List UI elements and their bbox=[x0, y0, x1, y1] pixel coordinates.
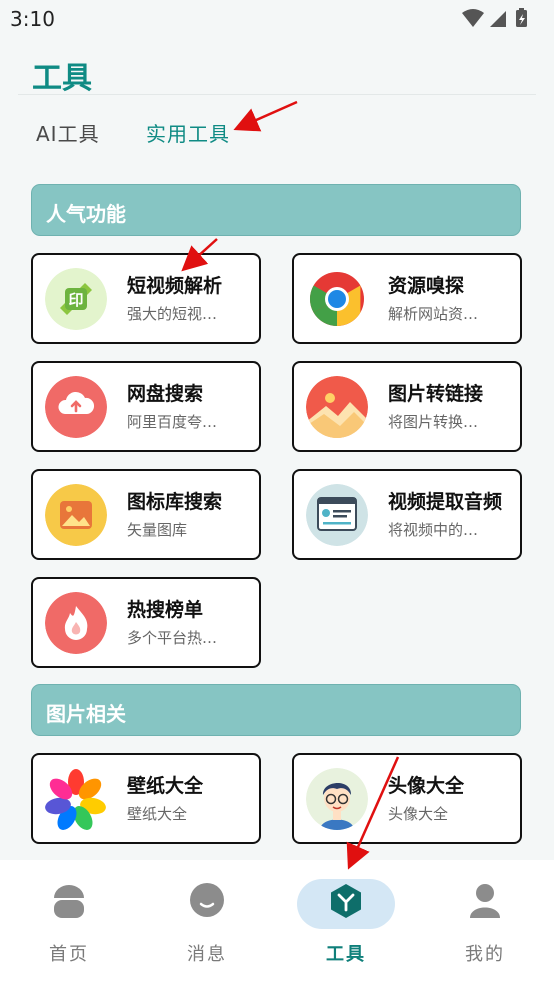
wifi-icon bbox=[462, 9, 484, 27]
section-title: 图片相关 bbox=[46, 702, 126, 726]
section-header-images: 图片相关 bbox=[31, 684, 521, 736]
card-subtitle: 壁纸大全 bbox=[127, 805, 188, 823]
avatar-boy-icon bbox=[306, 768, 368, 830]
card-title: 网盘搜索 bbox=[127, 383, 204, 405]
tab-bar: AI工具 实用工具 bbox=[0, 114, 554, 150]
card-resource-sniff[interactable]: 资源嗅探 解析网站资… bbox=[292, 253, 522, 344]
card-subtitle: 头像大全 bbox=[388, 805, 449, 823]
card-title: 头像大全 bbox=[388, 775, 465, 797]
card-title: 资源嗅探 bbox=[388, 275, 465, 297]
profile-icon bbox=[470, 884, 500, 918]
nav-label: 我的 bbox=[465, 944, 505, 965]
nav-label: 首页 bbox=[49, 944, 89, 965]
tab-utility-tools[interactable]: 实用工具 bbox=[146, 118, 230, 147]
nav-tools[interactable]: 工具 bbox=[277, 860, 415, 984]
card-title: 图标库搜索 bbox=[127, 491, 223, 513]
header-divider bbox=[18, 94, 536, 95]
card-title: 图片转链接 bbox=[388, 383, 484, 405]
card-title: 热搜榜单 bbox=[127, 599, 204, 621]
header: 工具 bbox=[0, 50, 554, 96]
status-time: 3:10 bbox=[10, 7, 55, 31]
card-video-to-audio[interactable]: 视频提取音频 将视频中的… bbox=[292, 469, 522, 560]
image-link-icon bbox=[306, 376, 368, 438]
nav-label: 消息 bbox=[187, 944, 227, 965]
section-header-popular: 人气功能 bbox=[31, 184, 521, 236]
flower-icon bbox=[45, 768, 107, 830]
nav-profile[interactable]: 我的 bbox=[416, 860, 554, 984]
home-icon bbox=[54, 885, 84, 918]
page-title: 工具 bbox=[32, 61, 92, 96]
nav-messages[interactable]: 消息 bbox=[138, 860, 276, 984]
section-title: 人气功能 bbox=[46, 202, 126, 226]
video-parse-icon: 印 bbox=[45, 268, 107, 330]
card-title: 短视频解析 bbox=[127, 275, 223, 297]
svg-text:印: 印 bbox=[68, 291, 83, 309]
status-icons bbox=[462, 8, 527, 27]
tab-ai-tools[interactable]: AI工具 bbox=[36, 118, 100, 147]
card-title: 视频提取音频 bbox=[388, 491, 503, 513]
card-image-to-link[interactable]: 图片转链接 将图片转换… bbox=[292, 361, 522, 452]
card-video-parse[interactable]: 印 短视频解析 强大的短视… bbox=[31, 253, 261, 344]
card-avatars[interactable]: 头像大全 头像大全 bbox=[292, 753, 522, 844]
chrome-icon bbox=[306, 268, 368, 330]
card-subtitle: 多个平台热… bbox=[127, 629, 218, 647]
card-icon-library[interactable]: 图标库搜索 矢量图库 bbox=[31, 469, 261, 560]
card-subtitle: 阿里百度夸… bbox=[127, 413, 218, 431]
card-title: 壁纸大全 bbox=[127, 775, 204, 797]
video-audio-icon bbox=[306, 484, 368, 546]
card-subtitle: 将视频中的… bbox=[388, 521, 479, 539]
bottom-navigation: 首页 消息 工具 我的 bbox=[0, 860, 554, 984]
signal-icon bbox=[490, 11, 506, 27]
card-subtitle: 强大的短视… bbox=[127, 305, 218, 323]
card-subtitle: 矢量图库 bbox=[127, 521, 188, 539]
message-icon bbox=[190, 883, 224, 917]
nav-label: 工具 bbox=[326, 944, 366, 965]
card-subtitle: 解析网站资… bbox=[388, 305, 479, 323]
icon-library-icon bbox=[45, 484, 107, 546]
card-hot-search[interactable]: 热搜榜单 多个平台热… bbox=[31, 577, 261, 668]
card-netdisk-search[interactable]: 网盘搜索 阿里百度夸… bbox=[31, 361, 261, 452]
tools-icon bbox=[331, 884, 361, 918]
nav-home[interactable]: 首页 bbox=[0, 860, 138, 984]
card-subtitle: 将图片转换… bbox=[388, 413, 479, 431]
status-bar: 3:10 bbox=[0, 0, 554, 38]
cloud-upload-icon bbox=[45, 376, 107, 438]
card-wallpapers[interactable]: 壁纸大全 壁纸大全 bbox=[31, 753, 261, 844]
flame-icon bbox=[45, 592, 107, 654]
